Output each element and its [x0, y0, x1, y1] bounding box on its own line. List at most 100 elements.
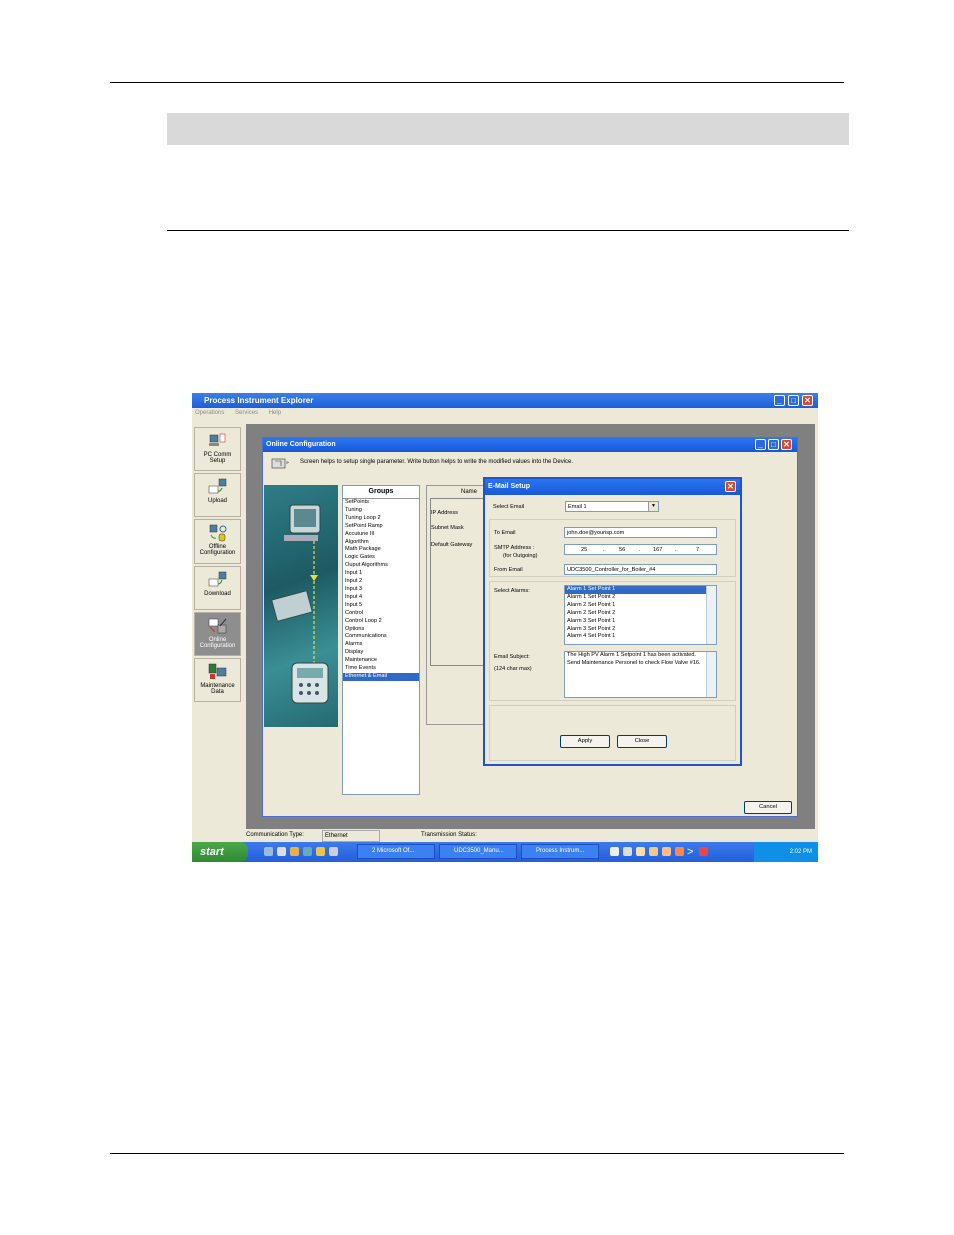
group-item[interactable]: Control [343, 610, 419, 618]
quicklaunch-icon[interactable] [303, 847, 312, 856]
header-rule [110, 82, 844, 83]
devices-illustration-icon [271, 504, 329, 704]
app-titlebar: Process Instrument Explorer _ □ ✕ [192, 393, 818, 408]
group-item[interactable]: Maintenance [343, 657, 419, 665]
system-tray: 2:02 PM [754, 842, 818, 862]
quicklaunch-icon[interactable] [264, 847, 273, 856]
close-icon[interactable]: ✕ [725, 481, 736, 492]
menu-help[interactable]: Help [269, 410, 281, 416]
smtp-octet-1[interactable]: 25 [581, 545, 587, 554]
clock[interactable]: 2:02 PM [790, 849, 812, 855]
taskbar-app-icon[interactable] [649, 847, 658, 856]
close-button[interactable]: Close [617, 735, 667, 748]
from-email-label: From Email [494, 567, 523, 573]
from-email-field[interactable]: UDC3500_Controller_for_Boiler_#4 [564, 564, 717, 575]
apply-button[interactable]: Apply [560, 735, 610, 748]
param-default-gateway[interactable]: Default Gateway [431, 542, 472, 548]
taskbar-app-icon[interactable] [662, 847, 671, 856]
quicklaunch-icon[interactable] [329, 847, 338, 856]
group-item[interactable]: Ouput Algorithms [343, 562, 419, 570]
quicklaunch-icon[interactable] [277, 847, 286, 856]
group-item[interactable]: Communications [343, 633, 419, 641]
taskbar-app-icon[interactable] [610, 847, 619, 856]
maintenance-data-button[interactable]: Maintenance Data [194, 658, 241, 702]
minimize-icon[interactable]: _ [755, 439, 766, 450]
taskbar-app-icon[interactable] [699, 847, 708, 856]
chevron-down-icon[interactable]: ▼ [648, 502, 658, 511]
alarm-item[interactable]: Alarm 1 Set Point 2 [565, 594, 716, 602]
alarm-item[interactable]: Alarm 2 Set Point 2 [565, 610, 716, 618]
alarm-item[interactable]: Alarm 3 Set Point 1 [565, 618, 716, 626]
group-item[interactable]: SetPoint Ramp [343, 523, 419, 531]
comm-type-label: Communication Type: [246, 832, 304, 838]
online-configuration-button[interactable]: Online Configuration [194, 612, 241, 656]
taskbar-app-icon[interactable] [675, 847, 684, 856]
param-subnet-mask[interactable]: Subnet Mask [431, 525, 464, 531]
select-alarms-label: Select Alarms: [494, 588, 530, 594]
group-item-selected[interactable]: Ethernet & Email [343, 672, 419, 681]
alarms-listbox[interactable]: Alarm 1 Set Point 1 Alarm 1 Set Point 2 … [564, 585, 717, 645]
alarm-item-selected[interactable]: Alarm 1 Set Point 1 [565, 586, 706, 594]
taskbar-app-icon[interactable] [636, 847, 645, 856]
to-email-field[interactable]: john.doe@yourisp.com [564, 527, 717, 538]
group-item[interactable]: Tuning Loop 2 [343, 515, 419, 523]
download-button[interactable]: Download [194, 566, 241, 610]
quicklaunch-icon[interactable] [316, 847, 325, 856]
group-item[interactable]: Input 4 [343, 594, 419, 602]
group-item[interactable]: Alarms [343, 641, 419, 649]
group-item[interactable]: Logic Gates [343, 554, 419, 562]
param-ip-address[interactable]: IP Address [431, 510, 458, 516]
groups-header: Groups [343, 486, 419, 499]
offline-config-icon [209, 524, 226, 542]
group-item[interactable]: Display [343, 649, 419, 657]
pc-comm-setup-button[interactable]: PC Comm Setup [194, 427, 241, 471]
taskbar-app-icon[interactable] [623, 847, 632, 856]
parameter-list[interactable] [430, 498, 486, 666]
group-item[interactable]: Input 5 [343, 602, 419, 610]
chevron-right-icon[interactable]: > [687, 845, 693, 859]
group-item[interactable]: Accutune III [343, 531, 419, 539]
group-item[interactable]: Options [343, 626, 419, 634]
groups-list[interactable]: Groups SetPoints Tuning Tuning Loop 2 Se… [342, 485, 420, 795]
maximize-icon[interactable]: □ [768, 439, 779, 450]
taskbar-item-explorer[interactable]: Process Instrum... [521, 844, 599, 859]
menu-services[interactable]: Services [235, 410, 258, 416]
start-button[interactable]: start [192, 842, 248, 862]
group-item[interactable]: Algorithm [343, 539, 419, 547]
subject-scrollbar[interactable] [706, 652, 716, 697]
close-icon[interactable]: ✕ [781, 439, 792, 450]
alarm-item[interactable]: Alarm 3 Set Point 2 [565, 626, 716, 634]
maximize-icon[interactable]: □ [788, 395, 799, 406]
menu-operations[interactable]: Operations [195, 410, 224, 416]
smtp-octet-2[interactable]: 56 [619, 545, 625, 554]
alarm-item[interactable]: Alarm 4 Set Point 1 [565, 633, 716, 641]
select-email-dropdown[interactable]: Email 1 ▼ [565, 501, 659, 512]
minimize-icon[interactable]: _ [774, 395, 785, 406]
group-item[interactable]: Math Package [343, 546, 419, 554]
offline-configuration-button[interactable]: Offline Configuration [194, 519, 241, 564]
close-icon[interactable]: ✕ [802, 395, 813, 406]
app-screenshot: Process Instrument Explorer _ □ ✕ Operat… [192, 393, 818, 862]
group-item[interactable]: Time Events [343, 665, 419, 673]
smtp-octet-4[interactable]: 7 [696, 545, 699, 554]
status-bar: Communication Type: Ethernet Transmissio… [246, 829, 815, 842]
taskbar-item-word[interactable]: 2 Microsoft Of... [357, 844, 435, 859]
smtp-address-label: SMTP Address : [494, 545, 535, 551]
group-item[interactable]: Control Loop 2 [343, 618, 419, 626]
group-item[interactable]: Input 3 [343, 586, 419, 594]
smtp-octet-3[interactable]: 167 [653, 545, 662, 554]
upload-button[interactable]: Upload [194, 473, 241, 517]
email-subject-textarea[interactable]: The High PV Alarm 1 Setpoint 1 has been … [564, 651, 717, 698]
quicklaunch-icon[interactable] [290, 847, 299, 856]
group-item[interactable]: Tuning [343, 507, 419, 515]
group-item[interactable]: Input 2 [343, 578, 419, 586]
pc-comm-label-2: Setup [209, 458, 226, 464]
alarm-item[interactable]: Alarm 2 Set Point 1 [565, 602, 716, 610]
alarms-scrollbar[interactable] [706, 586, 716, 644]
taskbar-item-pdf[interactable]: UDC3500_Manu... [439, 844, 517, 859]
smtp-address-field[interactable]: 25 . 56 . 167 . 7 [564, 544, 717, 555]
cancel-button[interactable]: Cancel [744, 801, 792, 814]
group-item[interactable]: Input 1 [343, 570, 419, 578]
group-item[interactable]: SetPoints [343, 499, 419, 507]
smtp-address-sublabel: (for Outgoing) [503, 553, 538, 559]
